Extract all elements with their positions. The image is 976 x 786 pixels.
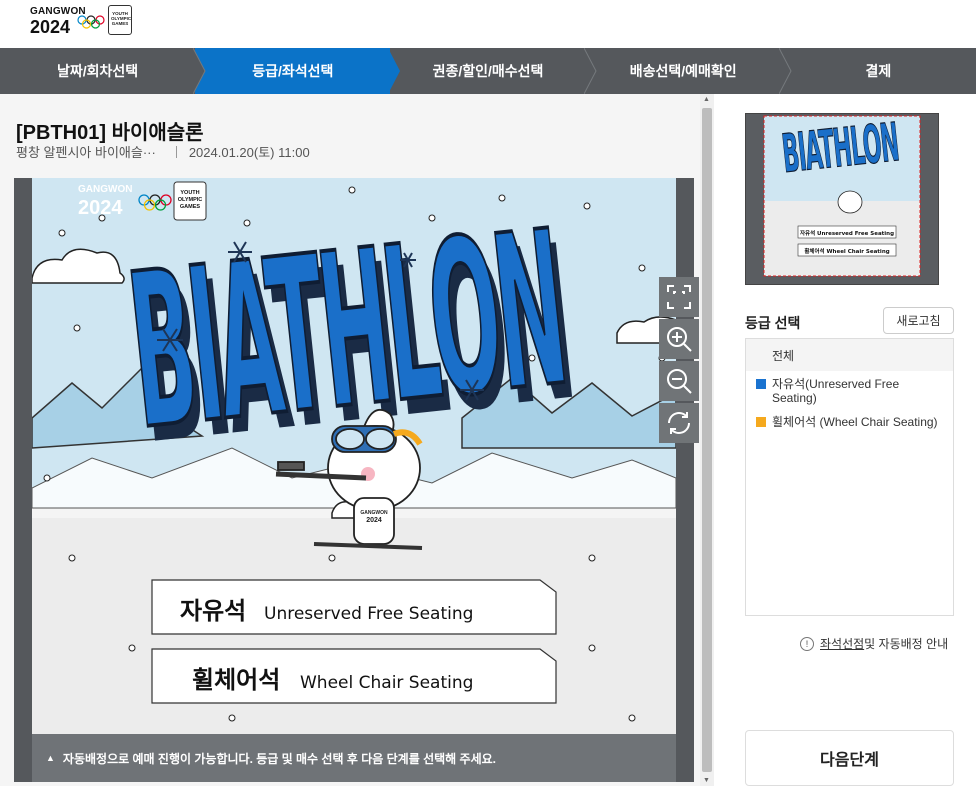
svg-text:GAMES: GAMES xyxy=(180,204,201,210)
step-grade-seat[interactable]: 등급/좌석선택 xyxy=(195,48,401,94)
notice-collapse-icon[interactable]: ▲ xyxy=(46,753,55,763)
scroll-down-arrow-icon[interactable]: ▼ xyxy=(703,777,710,784)
grade-color-swatch xyxy=(756,379,766,389)
grade-item-all[interactable]: 전체 xyxy=(746,339,953,371)
step-label: 권종/할인/매수선택 xyxy=(432,63,544,79)
grade-list: 전체 자유석(Unreserved Free Seating) 휠체어석 (Wh… xyxy=(745,338,954,616)
zoom-out-button[interactable] xyxy=(659,361,699,401)
grade-item-free-seating[interactable]: 자유석(Unreserved Free Seating) xyxy=(746,371,953,409)
zoom-in-icon xyxy=(667,327,692,352)
booking-steps: 날짜/회차선택 등급/좌석선택 권종/할인/매수선택 배송선택/예매확인 결제 xyxy=(0,48,976,94)
notice-text: 자동배정으로 예매 진행이 가능합니다. 등급 및 매수 선택 후 다음 단계를… xyxy=(62,751,497,766)
poster-artwork: GANGWON 2024 YOUTH OLYMPIC GAMES BIATHLO… xyxy=(32,178,676,782)
zone-free-seating-ko: 자유석 xyxy=(180,597,246,625)
step-label: 결제 xyxy=(865,63,892,79)
zone-free-seating[interactable]: 자유석 Unreserved Free Seating xyxy=(151,579,557,635)
event-datetime: 2024.01.20(토) 11:00 xyxy=(188,145,310,160)
svg-text:YOUTH: YOUTH xyxy=(180,190,199,196)
fit-screen-button[interactable] xyxy=(659,277,699,317)
step-date[interactable]: 날짜/회차선택 xyxy=(0,48,206,94)
event-venue: 평창 알펜시아 바이애슬··· xyxy=(16,145,156,160)
seat-map-panel: [PBTH01] 바이애슬론 평창 알펜시아 바이애슬··· 2024.01.20… xyxy=(0,94,700,786)
zone-wheelchair-en: Wheel Chair Seating xyxy=(300,673,473,693)
scrollbar-thumb[interactable] xyxy=(702,108,712,772)
seat-map-stage: GANGWON 2024 YOUTH OLYMPIC GAMES BIATHLO… xyxy=(14,178,699,782)
zone-wheelchair-ko: 휠체어석 xyxy=(192,666,280,694)
rotate-icon xyxy=(668,412,690,434)
fit-screen-icon xyxy=(667,285,691,309)
step-ticket-type[interactable]: 권종/할인/매수선택 xyxy=(390,48,597,94)
step-delivery[interactable]: 배송선택/예매확인 xyxy=(586,48,792,94)
svg-text:자유석 Unreserved Free Seating: 자유석 Unreserved Free Seating xyxy=(800,229,894,237)
map-controls xyxy=(659,277,699,445)
step-label: 날짜/회차선택 xyxy=(57,63,139,79)
guide-link-underlined[interactable]: 좌석선점 xyxy=(820,635,864,652)
svg-text:OLYMPIC: OLYMPIC xyxy=(178,197,203,203)
zone-free-seating-en: Unreserved Free Seating xyxy=(264,604,473,624)
poster-logo-line1: GANGWON xyxy=(78,184,132,195)
site-header: GANGWON 2024 YOUTH OLYMPIC GAMES xyxy=(0,0,976,48)
reset-view-button[interactable] xyxy=(659,403,699,443)
next-step-button[interactable]: 다음단계 xyxy=(745,730,954,786)
svg-text:GANGWON: GANGWON xyxy=(360,510,388,516)
step-payment[interactable]: 결제 xyxy=(781,48,976,94)
minimap-thumbnail: BIATHLON 자유석 Unreserved Free Seating 휠체어… xyxy=(763,114,921,277)
grade-color-swatch xyxy=(756,417,766,427)
info-divider xyxy=(175,146,177,158)
seat-guide-link[interactable]: ! 좌석선점 및 자동배정 안내 xyxy=(800,635,948,652)
seat-minimap[interactable]: BIATHLON 자유석 Unreserved Free Seating 휠체어… xyxy=(745,113,939,285)
event-title: [PBTH01] 바이애슬론 xyxy=(16,122,204,144)
zoom-in-button[interactable] xyxy=(659,319,699,359)
step-separator-arrow xyxy=(778,48,792,94)
grade-label: 자유석(Unreserved Free Seating) xyxy=(772,377,900,405)
grade-select-title: 등급 선택 xyxy=(745,315,801,331)
step-label: 배송선택/예매확인 xyxy=(629,63,737,79)
step-label: 등급/좌석선택 xyxy=(252,63,334,79)
seat-map-poster[interactable]: GANGWON 2024 YOUTH OLYMPIC GAMES BIATHLO… xyxy=(32,178,676,782)
grade-item-wheelchair[interactable]: 휠체어석 (Wheel Chair Seating) xyxy=(746,409,953,433)
event-info: 평창 알펜시아 바이애슬··· 2024.01.20(토) 11:00 xyxy=(16,142,310,161)
poster-logo-line2: 2024 xyxy=(78,197,123,219)
zone-wheelchair-seating[interactable]: 휠체어석 Wheel Chair Seating xyxy=(151,648,557,704)
gangwon-2024-logo: GANGWON 2024 YOUTH OLYMPIC GAMES xyxy=(30,5,134,41)
grade-label: 휠체어석 (Wheel Chair Seating) xyxy=(772,415,938,429)
info-icon: ! xyxy=(800,636,814,651)
zoom-out-icon xyxy=(667,369,692,394)
guide-link-rest[interactable]: 및 자동배정 안내 xyxy=(864,635,948,652)
step-separator-arrow xyxy=(193,48,206,94)
vertical-scrollbar[interactable]: ▲ ▼ xyxy=(700,94,714,786)
scroll-up-arrow-icon[interactable]: ▲ xyxy=(703,96,710,103)
youth-olympic-badge: YOUTH OLYMPIC GAMES xyxy=(108,5,132,35)
svg-text:휠체어석 Wheel Chair Seating: 휠체어석 Wheel Chair Seating xyxy=(804,247,889,255)
auto-assign-notice: ▲ 자동배정으로 예매 진행이 가능합니다. 등급 및 매수 선택 후 다음 단… xyxy=(32,734,676,782)
olympic-rings-icon xyxy=(77,15,105,29)
grade-sidebar: BIATHLON 자유석 Unreserved Free Seating 휠체어… xyxy=(714,94,976,786)
svg-text:BIATHLON: BIATHLON xyxy=(779,114,901,185)
step-separator-arrow xyxy=(388,48,401,94)
svg-text:2024: 2024 xyxy=(366,517,382,524)
step-separator-arrow xyxy=(583,48,597,94)
refresh-button[interactable]: 새로고침 xyxy=(883,307,954,334)
